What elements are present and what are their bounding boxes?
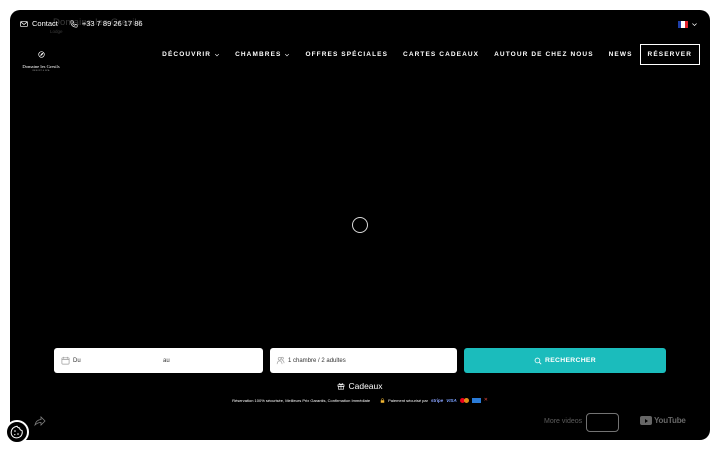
mastercard-icon xyxy=(459,397,469,403)
youtube-play-icon xyxy=(640,416,652,425)
loading-spinner xyxy=(352,217,368,233)
search-button-label: RECHERCHER xyxy=(545,357,596,364)
guarantee-text: Réservation 100% sécurisée, Meilleurs Pr… xyxy=(232,397,371,403)
nav-item-chambres[interactable]: CHAMBRES xyxy=(235,51,290,58)
cookie-settings-button[interactable] xyxy=(5,420,29,444)
stripe-logo: stripe xyxy=(430,397,444,403)
hero-frame: Domaine les Gresils Lodge Contact +33 7 … xyxy=(10,10,710,440)
nav-item-news[interactable]: NEWS xyxy=(609,51,633,58)
nav-label: AUTOUR DE CHEZ NOUS xyxy=(494,51,594,58)
guests-icon xyxy=(276,356,285,365)
phone-number: +33 7 89 26 17 86 xyxy=(81,19,143,28)
booking-bar: Du au 1 chambre / 2 adultes RECHERCHER xyxy=(54,348,666,373)
nav-label: NEWS xyxy=(608,51,633,58)
cookie-icon xyxy=(10,425,23,439)
nav-item-offres-speciales[interactable]: OFFRES SPÉCIALES xyxy=(305,51,388,58)
chevron-down-icon xyxy=(285,53,290,56)
phone-link[interactable]: +33 7 89 26 17 86 xyxy=(70,19,143,28)
chevron-down-icon xyxy=(215,53,220,56)
trust-line: Réservation 100% sécurisée, Meilleurs Pr… xyxy=(10,397,710,403)
contact-link[interactable]: Contact xyxy=(20,19,58,28)
flag-stripe xyxy=(684,21,688,28)
mail-icon xyxy=(20,20,28,27)
lock-icon xyxy=(380,397,385,403)
leaf-logo-icon xyxy=(37,51,45,58)
nav-item-autour[interactable]: AUTOUR DE CHEZ NOUS xyxy=(494,51,594,58)
secure-payment: Paiement sécurisé par stripe VISA ✕ xyxy=(380,397,488,403)
nav-label: DÉCOUVRIR xyxy=(162,51,212,58)
chevron-down-icon xyxy=(692,23,697,27)
search-icon xyxy=(534,357,542,364)
nav-label: OFFRES SPÉCIALES xyxy=(305,51,389,58)
nav-item-decouvrir[interactable]: DÉCOUVRIR xyxy=(162,51,220,58)
main-nav: DÉCOUVRIR CHAMBRES OFFRES SPÉCIALES CART… xyxy=(162,44,700,65)
more-videos-label: More videos xyxy=(544,418,583,425)
amex-icon xyxy=(471,397,481,403)
date-from-label: Du xyxy=(73,357,81,364)
gifts-label: Cadeaux xyxy=(348,381,383,391)
secure-payment-text: Paiement sécurisé par xyxy=(388,397,428,403)
reserve-button[interactable]: RÉSERVER xyxy=(639,44,700,65)
logo-name: Domaine les Gresils xyxy=(22,64,60,69)
logo-tagline: RESORT & SPA xyxy=(32,70,50,72)
topbar: Contact +33 7 89 26 17 86 xyxy=(20,19,143,28)
date-range-field[interactable]: Du au xyxy=(54,348,263,373)
visa-logo: VISA xyxy=(446,397,457,403)
gifts-link[interactable]: Cadeaux xyxy=(10,381,710,391)
youtube-logo[interactable]: YouTube xyxy=(640,416,686,425)
search-button[interactable]: RECHERCHER xyxy=(464,348,666,373)
language-selector[interactable] xyxy=(678,21,698,28)
youtube-label: YouTube xyxy=(654,416,686,425)
logo[interactable]: Domaine les Gresils RESORT & SPA xyxy=(20,46,62,72)
share-icon[interactable] xyxy=(34,415,46,427)
nav-label: CHAMBRES xyxy=(235,51,282,58)
guests-field[interactable]: 1 chambre / 2 adultes xyxy=(270,348,457,373)
cb-icon: ✕ xyxy=(483,397,488,403)
nav-item-cartes-cadeaux[interactable]: CARTES CADEAUX xyxy=(403,51,479,58)
video-thumbnail[interactable] xyxy=(586,413,619,432)
calendar-icon xyxy=(61,356,70,365)
france-flag-icon xyxy=(678,21,688,28)
date-to-label: au xyxy=(163,357,170,364)
ghost-subtitle: Lodge xyxy=(50,29,63,34)
guests-value: 1 chambre / 2 adultes xyxy=(288,357,346,364)
phone-icon xyxy=(70,19,78,28)
gift-icon xyxy=(338,383,345,390)
nav-label: CARTES CADEAUX xyxy=(403,51,480,58)
contact-label: Contact xyxy=(32,19,58,28)
